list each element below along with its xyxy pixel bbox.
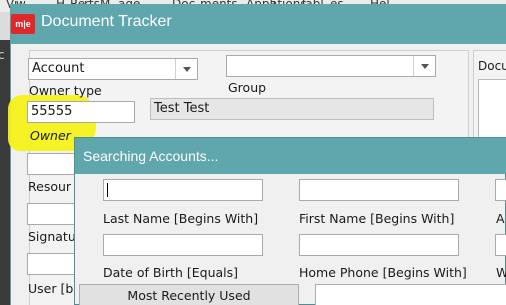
user-field[interactable] [27, 253, 77, 275]
resource-label: Resour [28, 179, 72, 194]
last-name-input[interactable] [103, 179, 263, 201]
results-list[interactable] [315, 284, 506, 305]
account-combo-value: Account [32, 61, 85, 76]
app-logo-icon: m|e [11, 14, 35, 34]
date-of-birth-label: Date of Birth [Equals] [103, 265, 239, 280]
third-column-label-2: W [496, 265, 506, 280]
first-name-label: First Name [Begins With] [299, 211, 455, 226]
owner-name-field: Test Test [150, 98, 434, 120]
user-label: User [b [28, 281, 74, 296]
window-title: Document Tracker [41, 13, 172, 30]
group-combo[interactable] [226, 55, 436, 77]
background-app-edge: c [0, 40, 10, 305]
screen: ViwHRertsMageDocmentsAppliationsTablesHe… [0, 0, 506, 305]
text-caret [107, 183, 108, 197]
account-combo[interactable]: Account [28, 58, 198, 80]
third-column-input-1[interactable] [495, 179, 506, 201]
last-name-label: Last Name [Begins With] [103, 211, 259, 226]
most-recently-used-button[interactable]: Most Recently Used [79, 284, 299, 305]
chevron-down-icon[interactable] [413, 56, 435, 76]
owner-link-label[interactable]: Owner [30, 128, 71, 143]
owner-id-field[interactable]: 55555 [27, 101, 135, 123]
first-name-input[interactable] [299, 179, 459, 201]
third-column-input-2[interactable] [495, 234, 506, 256]
signature-field[interactable] [27, 203, 77, 225]
home-phone-label: Home Phone [Begins With] [299, 265, 467, 280]
home-phone-input[interactable] [299, 234, 459, 256]
date-of-birth-input[interactable] [103, 234, 263, 256]
signature-label: Signatu [28, 229, 76, 244]
dialog-titlebar[interactable]: Searching Accounts... [75, 138, 506, 174]
third-column-label-1: A [496, 211, 505, 226]
owner-type-label: Owner type [29, 83, 102, 98]
searching-accounts-dialog: Searching Accounts... Last Name [Begins … [74, 137, 506, 305]
group-label: Group [228, 80, 267, 95]
documents-panel-label: Docum [478, 59, 506, 73]
document-tracker-titlebar[interactable]: m|e Document Tracker [11, 4, 506, 44]
resource-field[interactable] [27, 153, 77, 175]
chevron-down-icon[interactable] [175, 59, 197, 79]
background-app-letter: c [0, 48, 5, 62]
